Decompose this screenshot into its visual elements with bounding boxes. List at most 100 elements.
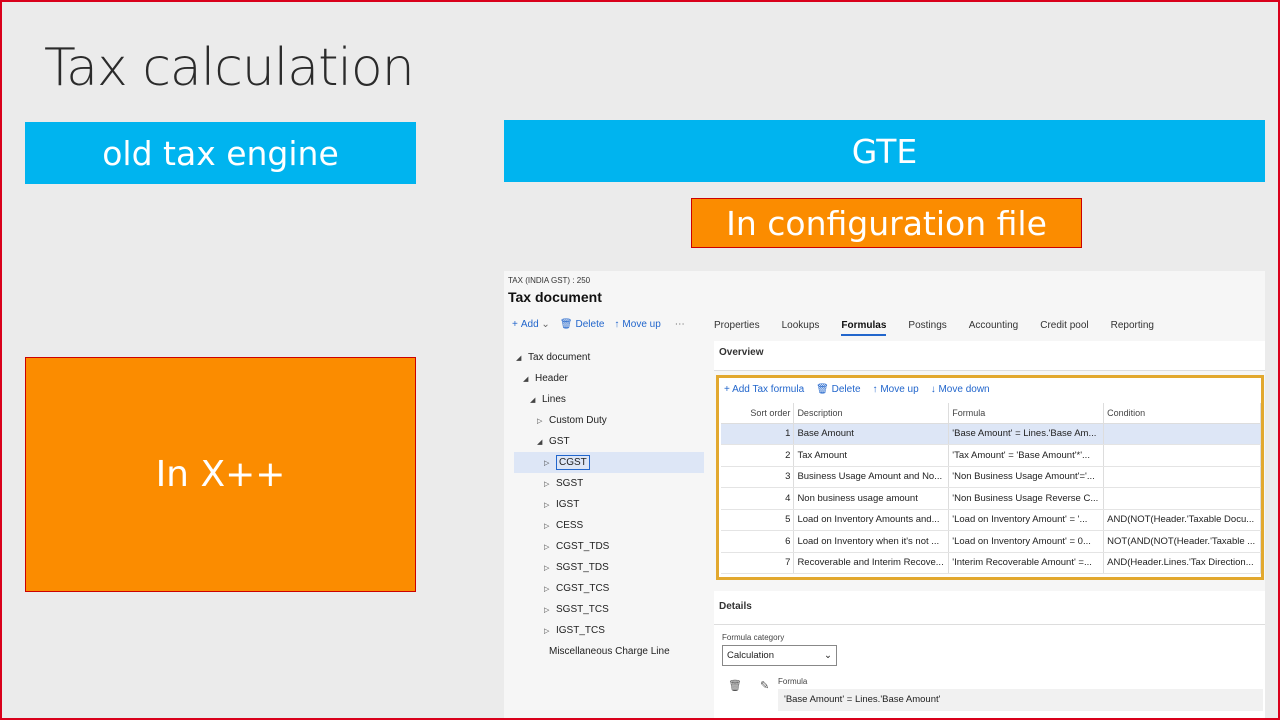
arrow-up-icon: ↑ [614, 319, 620, 330]
collapsed-triangle-icon: ▷ [544, 606, 550, 614]
cell-sort-order: 4 [721, 487, 795, 510]
cell-formula: 'Interim Recoverable Amount' =... [948, 552, 1105, 574]
cell-sort-order: 1 [721, 423, 795, 445]
cell-formula: 'Load on Inventory Amount' = 0... [948, 530, 1105, 553]
tree-node[interactable]: ▷ SGST_TCS [514, 599, 704, 620]
column-header-sort-order[interactable]: Sort order [721, 403, 795, 424]
tree-node[interactable]: ◢ Lines [514, 389, 704, 410]
plus-icon: + [724, 384, 733, 395]
overview-label: Overview [719, 347, 764, 358]
cell-formula: 'Base Amount' = Lines.'Base Am... [948, 423, 1105, 445]
grid-move-down-button[interactable]: ↓ Move down [931, 384, 990, 395]
tree-node[interactable]: ▷ Custom Duty [514, 410, 704, 431]
tree-node[interactable]: ▷ CESS [514, 515, 704, 536]
cell-description: Load on Inventory when it's not ... [793, 530, 950, 553]
tree-node[interactable]: ▷ SGST_TDS [514, 557, 704, 578]
cell-description: Tax Amount [793, 444, 950, 467]
trash-icon: 🗑 [559, 319, 573, 330]
expanded-triangle-icon: ◢ [537, 438, 543, 446]
add-button[interactable]: + Add ⌄ [512, 319, 550, 330]
collapsed-triangle-icon: ▷ [537, 417, 543, 425]
table-row[interactable]: 7 Recoverable and Interim Recove... 'Int… [721, 552, 1261, 574]
formula-grid-highlight: + Add Tax formula 🗑 Delete ↑ Move up ↓ M… [716, 375, 1264, 580]
column-header-condition[interactable]: Condition [1103, 403, 1261, 424]
tab-properties[interactable]: Properties [714, 320, 760, 336]
tree-node[interactable]: ◢ Header [514, 368, 704, 389]
add-tax-formula-button[interactable]: + Add Tax formula [724, 384, 804, 395]
expanded-triangle-icon: ◢ [530, 396, 536, 404]
tab-postings[interactable]: Postings [908, 320, 946, 336]
slide-title: Tax calculation [44, 38, 415, 98]
tree-node-selected[interactable]: ▷ CGST [514, 452, 704, 473]
table-row[interactable]: 2 Tax Amount 'Tax Amount' = 'Base Amount… [721, 444, 1261, 467]
tab-credit-pool[interactable]: Credit pool [1040, 320, 1088, 336]
cell-condition [1103, 466, 1261, 488]
tree-node[interactable]: ▷ SGST [514, 473, 704, 494]
cell-description: Non business usage amount [793, 487, 950, 510]
table-row[interactable]: 5 Load on Inventory Amounts and... 'Load… [721, 509, 1261, 531]
move-up-button[interactable]: ↑ Move up [614, 319, 660, 330]
cell-condition [1103, 444, 1261, 467]
grid-delete-button[interactable]: 🗑 Delete [816, 384, 860, 395]
page-title: Tax document [508, 289, 602, 305]
column-header-description[interactable]: Description [793, 403, 950, 424]
formula-category-label: Formula category [722, 633, 785, 642]
details-label: Details [719, 601, 752, 612]
old-engine-banner: old tax engine [25, 122, 416, 184]
trash-icon: 🗑 [816, 384, 832, 395]
trash-icon[interactable]: 🗑 [728, 679, 742, 692]
grid-move-up-button[interactable]: ↑ Move up [873, 384, 919, 395]
tab-reporting[interactable]: Reporting [1111, 320, 1154, 336]
formula-field[interactable]: 'Base Amount' = Lines.'Base Amount' [778, 689, 1263, 711]
gte-banner: GTE [504, 120, 1265, 182]
tree-node[interactable]: ▷ CGST_TDS [514, 536, 704, 557]
cell-description: Load on Inventory Amounts and... [793, 509, 950, 531]
more-icon[interactable]: ⋯ [675, 319, 685, 330]
cell-condition: AND(NOT(Header.'Taxable Docu... [1103, 509, 1261, 531]
table-row[interactable]: 4 Non business usage amount 'Non Busines… [721, 487, 1261, 510]
column-header-formula[interactable]: Formula [948, 403, 1105, 424]
cell-condition [1103, 487, 1261, 510]
table-row[interactable]: 3 Business Usage Amount and No... 'Non B… [721, 466, 1261, 488]
overview-section: Overview [714, 341, 1265, 371]
cell-condition [1103, 423, 1261, 445]
xpp-box: In X++ [25, 357, 416, 592]
table-row[interactable]: 6 Load on Inventory when it's not ... 'L… [721, 530, 1261, 553]
tree-node[interactable]: ◢ GST [514, 431, 704, 452]
collapsed-triangle-icon: ▷ [544, 459, 550, 467]
tab-formulas[interactable]: Formulas [841, 320, 887, 336]
divider [714, 624, 1265, 625]
formula-table: Sort order Description Formula Condition… [721, 403, 1261, 574]
table-row[interactable]: 1 Base Amount 'Base Amount' = Lines.'Bas… [721, 423, 1261, 445]
details-section: Details Formula category Calculation ⌄ 🗑… [714, 591, 1265, 720]
tab-lookups[interactable]: Lookups [782, 320, 820, 336]
config-file-banner: In configuration file [691, 198, 1082, 248]
collapsed-triangle-icon: ▷ [544, 564, 550, 572]
tab-accounting[interactable]: Accounting [969, 320, 1018, 336]
expanded-triangle-icon: ◢ [516, 354, 522, 362]
tree-node[interactable]: ▷ IGST_TCS [514, 620, 704, 641]
cell-condition: NOT(AND(NOT(Header.'Taxable ... [1103, 530, 1261, 553]
cell-formula: 'Tax Amount' = 'Base Amount'*'... [948, 444, 1105, 467]
formula-category-select[interactable]: Calculation ⌄ [722, 645, 837, 666]
tree-node[interactable]: ▷ IGST [514, 494, 704, 515]
tree-node[interactable]: ▷ CGST_TCS [514, 578, 704, 599]
cell-condition: AND(Header.Lines.'Tax Direction... [1103, 552, 1261, 574]
formula-label: Formula [778, 677, 808, 686]
tab-bar: Properties Lookups Formulas Postings Acc… [714, 320, 1154, 336]
pencil-icon[interactable]: ✎ [760, 679, 769, 692]
collapsed-triangle-icon: ▷ [544, 501, 550, 509]
tree-node[interactable]: ◢ Tax document [514, 347, 704, 368]
chevron-down-icon: ⌄ [824, 650, 832, 661]
cell-description: Recoverable and Interim Recove... [793, 552, 950, 574]
cell-sort-order: 3 [721, 466, 795, 488]
breadcrumb: TAX (INDIA GST) : 250 [508, 276, 591, 285]
table-header-row: Sort order Description Formula Condition [721, 403, 1261, 424]
cell-formula: 'Non Business Usage Amount'='... [948, 466, 1105, 488]
collapsed-triangle-icon: ▷ [544, 480, 550, 488]
plus-icon: + [512, 319, 518, 330]
tree-node[interactable]: Miscellaneous Charge Line [514, 641, 704, 662]
cell-description: Business Usage Amount and No... [793, 466, 950, 488]
chevron-down-icon: ⌄ [538, 319, 550, 330]
delete-button[interactable]: 🗑 Delete [560, 319, 605, 330]
